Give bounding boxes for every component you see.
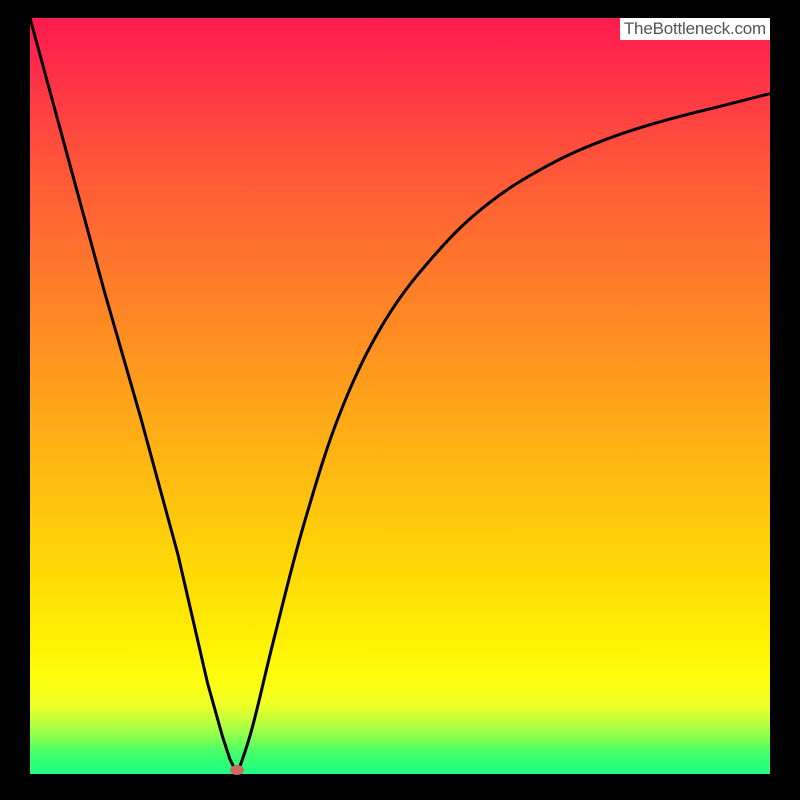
plot-area: TheBottleneck.com xyxy=(30,18,770,774)
bottleneck-curve-svg xyxy=(30,18,770,774)
bottleneck-curve-path xyxy=(30,18,770,774)
minimum-marker xyxy=(230,765,244,775)
chart-frame: TheBottleneck.com xyxy=(0,0,800,800)
